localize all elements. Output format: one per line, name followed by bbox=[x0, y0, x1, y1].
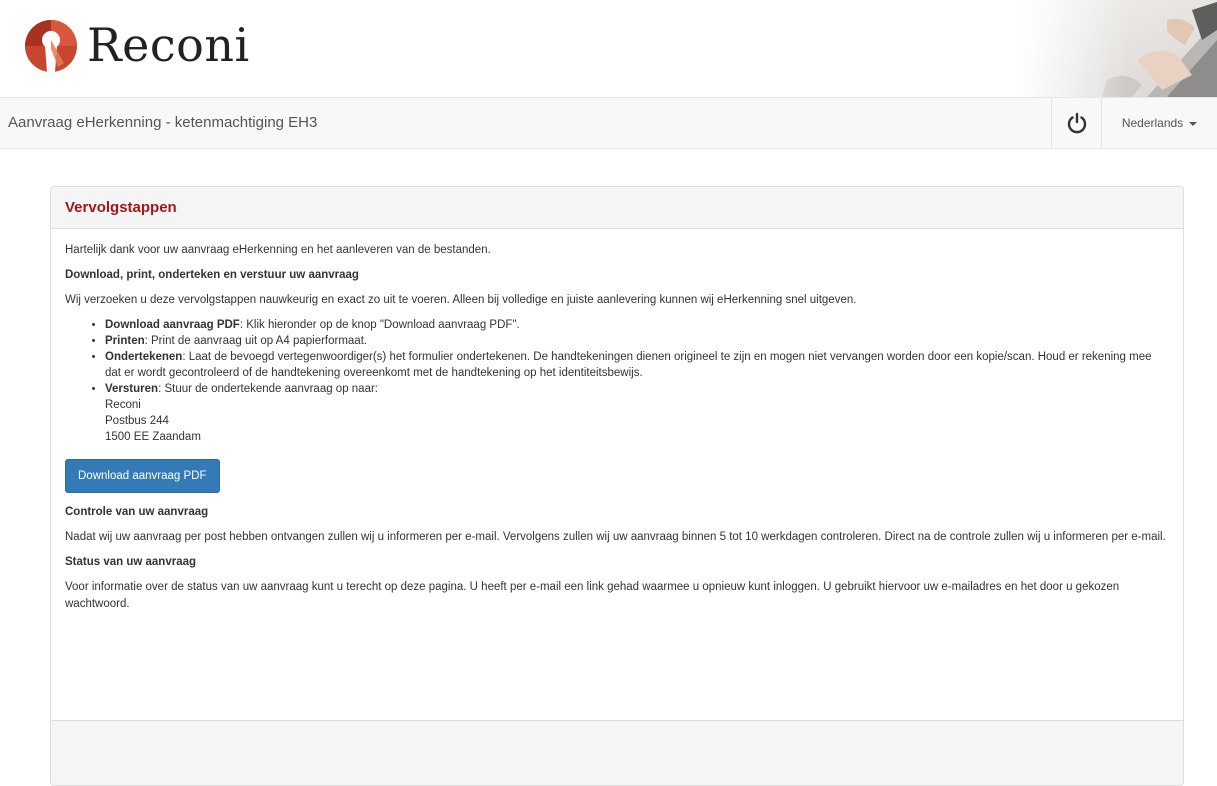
intro-text: Hartelijk dank voor uw aanvraag eHerkenn… bbox=[65, 244, 491, 256]
panel-body: Hartelijk dank voor uw aanvraag eHerkenn… bbox=[51, 229, 1183, 720]
download-pdf-button[interactable]: Download aanvraag PDF bbox=[65, 459, 220, 493]
caret-down-icon bbox=[1189, 122, 1198, 126]
step-label: Ondertekenen bbox=[105, 351, 183, 363]
power-icon bbox=[1067, 112, 1086, 134]
list-item: Ondertekenen: Laat de bevoegd vertegenwo… bbox=[105, 349, 1169, 381]
app-title: Aanvraag eHerkenning - ketenmachtiging E… bbox=[8, 114, 318, 131]
section-heading-download: Download, print, onderteken en verstuur … bbox=[65, 269, 359, 281]
list-item: Versturen: Stuur de ondertekende aanvraa… bbox=[105, 381, 1169, 445]
address-line: 1500 EE Zaandam bbox=[105, 431, 201, 443]
next-steps-panel: Vervolgstappen Hartelijk dank voor uw aa… bbox=[50, 186, 1184, 786]
logout-button[interactable] bbox=[1051, 98, 1102, 148]
step-label: Download aanvraag PDF bbox=[105, 319, 240, 331]
step-text: : Laat de bevoegd vertegenwoordiger(s) h… bbox=[105, 351, 1152, 379]
panel-title: Vervolgstappen bbox=[65, 199, 177, 216]
list-item: Download aanvraag PDF: Klik hieronder op… bbox=[105, 317, 1169, 333]
section-text-check: Nadat wij uw aanvraag per post hebben on… bbox=[65, 531, 1166, 543]
language-dropdown[interactable]: Nederlands bbox=[1102, 98, 1217, 148]
address-line: Postbus 244 bbox=[105, 415, 169, 427]
laptop-hands-photo bbox=[1017, 0, 1217, 97]
language-label: Nederlands bbox=[1121, 116, 1184, 130]
section-heading-check: Controle van uw aanvraag bbox=[65, 506, 209, 518]
section-heading-status: Status van uw aanvraag bbox=[65, 556, 197, 568]
navbar: Aanvraag eHerkenning - ketenmachtiging E… bbox=[0, 97, 1217, 149]
brand-header: Reconi bbox=[0, 0, 1217, 97]
steps-list: Download aanvraag PDF: Klik hieronder op… bbox=[105, 317, 1169, 445]
address-line: Reconi bbox=[105, 399, 141, 411]
list-item: Printen: Print de aanvraag uit op A4 pap… bbox=[105, 333, 1169, 349]
panel-heading: Vervolgstappen bbox=[51, 187, 1183, 229]
step-label: Printen bbox=[105, 335, 145, 347]
panel-footer bbox=[51, 720, 1183, 785]
brand-name: Reconi bbox=[87, 18, 250, 72]
brand-logo[interactable]: Reconi bbox=[24, 19, 250, 73]
step-text: : Stuur de ondertekende aanvraag op naar… bbox=[158, 383, 378, 395]
reconi-logo-icon bbox=[25, 20, 77, 72]
step-text: : Print de aanvraag uit op A4 papierform… bbox=[144, 335, 368, 347]
step-label: Versturen bbox=[105, 383, 159, 395]
section-text-status: Voor informatie over de status van uw aa… bbox=[65, 581, 1120, 610]
step-text: : Klik hieronder op de knop "Download aa… bbox=[239, 319, 520, 331]
section-text-download: Wij verzoeken u deze vervolgstappen nauw… bbox=[65, 294, 857, 306]
